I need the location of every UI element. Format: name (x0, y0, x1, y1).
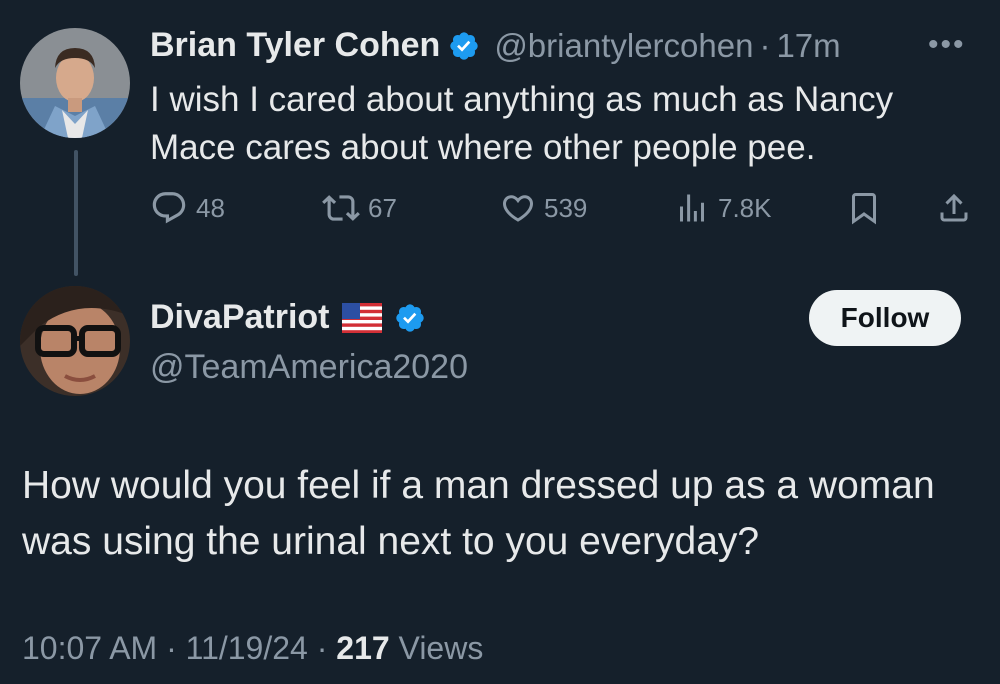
heart-icon (500, 190, 536, 226)
tweet-meta: 10:07 AM · 11/19/24 · 217 Views (22, 630, 483, 667)
separator-dot: · (316, 630, 328, 666)
parent-handle[interactable]: @briantylercohen (494, 27, 753, 65)
like-count: 539 (544, 192, 588, 223)
more-options-icon[interactable]: ••• (928, 28, 966, 62)
parent-header: Brian Tyler Cohen @briantylercohen · 17m (150, 26, 841, 65)
parent-time[interactable]: 17m (776, 27, 840, 65)
bookmark-button[interactable] (846, 188, 882, 228)
main-display-name[interactable]: DivaPatriot (150, 298, 330, 337)
views-count: 7.8K (718, 192, 772, 223)
views-button[interactable]: 7.8K (674, 188, 772, 228)
repost-count: 67 (368, 192, 397, 223)
main-header: DivaPatriot (150, 298, 426, 337)
us-flag-icon (341, 302, 382, 333)
parent-action-bar: 48 67 539 7.8K (150, 188, 975, 228)
repost-button[interactable]: 67 (322, 188, 397, 228)
tweet-time[interactable]: 10:07 AM (22, 630, 157, 666)
tweet-date[interactable]: 11/19/24 (186, 630, 308, 666)
parent-avatar[interactable] (20, 28, 130, 138)
repost-icon (322, 189, 360, 227)
parent-display-name[interactable]: Brian Tyler Cohen (150, 26, 440, 65)
views-count: 217 (336, 630, 390, 666)
share-button[interactable] (936, 188, 972, 228)
verified-badge-icon (394, 302, 426, 334)
thread-line (74, 150, 78, 276)
main-handle[interactable]: @TeamAmerica2020 (150, 348, 468, 387)
parent-tweet-text: I wish I cared about anything as much as… (150, 80, 894, 167)
like-button[interactable]: 539 (500, 188, 587, 228)
reply-button[interactable]: 48 (150, 188, 225, 228)
verified-badge-icon (448, 30, 480, 62)
reply-icon (150, 189, 188, 227)
follow-button[interactable]: Follow (809, 290, 961, 346)
views-label: Views (398, 630, 484, 666)
bookmark-icon (846, 190, 882, 226)
reply-count: 48 (196, 192, 225, 223)
separator-dot: · (759, 26, 771, 64)
share-icon (936, 190, 972, 226)
analytics-icon (674, 190, 710, 226)
main-tweet-text: How would you feel if a man dressed up a… (22, 464, 935, 563)
separator-dot: · (166, 630, 177, 666)
main-avatar[interactable] (20, 286, 130, 396)
